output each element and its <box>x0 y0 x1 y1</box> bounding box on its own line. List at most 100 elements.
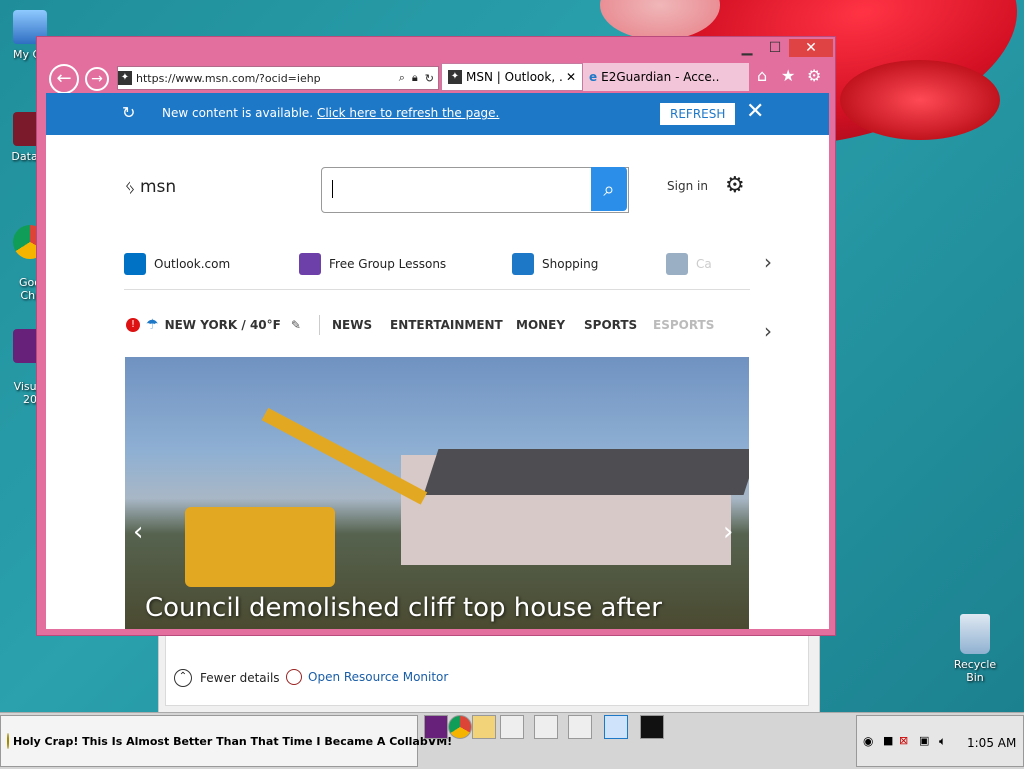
chevron-up-icon: ⌃ <box>174 669 192 687</box>
notification-text: New content is available. <box>162 106 317 120</box>
taskbar: Holy Crap! This Is Almost Better Than Th… <box>0 712 1024 769</box>
roof-image <box>423 449 749 495</box>
msn-page: ᛃ msn ⌕ Sign in ⚙ Outlook.com Free Group… <box>46 135 829 629</box>
resource-monitor-icon <box>286 669 302 685</box>
taskbar-window-title: Holy Crap! This Is Almost Better Than Th… <box>13 734 453 748</box>
desktop-icon-label: Recycle Bin <box>953 658 997 684</box>
close-notification-icon[interactable]: ✕ <box>746 99 764 124</box>
recycle-bin-icon <box>960 614 990 654</box>
category-entertainment[interactable]: ENTERTAINMENT <box>390 318 503 332</box>
tab-label: MSN | Outlook, ... <box>466 70 562 84</box>
quick-link-label: Ca <box>696 257 712 271</box>
forward-button[interactable]: → <box>85 67 109 91</box>
notification-message: New content is available. Click here to … <box>162 106 499 120</box>
globe-icon[interactable] <box>534 715 558 739</box>
taskbar-app-icon[interactable] <box>500 715 524 739</box>
settings-gear-icon[interactable]: ⚙ <box>725 173 745 198</box>
tab-label: E2Guardian - Acce... <box>601 70 719 84</box>
quick-link-cars[interactable]: Ca <box>666 253 712 275</box>
outlook-icon <box>124 253 146 275</box>
tab-e2guardian[interactable]: e E2Guardian - Acce... <box>583 63 725 91</box>
weather-label: NEW YORK / 40°F <box>164 318 281 332</box>
system-tray: ◉ ■ ⊠ ▣ 🔈︎ 1:05 AM <box>856 715 1024 767</box>
file-explorer-icon[interactable] <box>472 715 496 739</box>
close-tab-icon[interactable]: ✕ <box>566 70 576 84</box>
desktop-icon-recycle-bin[interactable]: Recycle Bin <box>944 614 1006 684</box>
shopping-cart-icon <box>512 253 534 275</box>
quick-links-next-icon[interactable]: › <box>764 250 772 274</box>
category-sports[interactable]: SPORTS <box>584 318 637 332</box>
fewer-details-label: Fewer details <box>200 671 280 685</box>
minimize-button[interactable]: ▁ <box>733 39 761 57</box>
lock-icon[interactable]: 🔒︎ <box>412 71 418 85</box>
category-esports[interactable]: ESPORTS <box>653 318 714 332</box>
quick-link-label: Outlook.com <box>154 257 231 271</box>
category-news[interactable]: NEWS <box>332 318 372 332</box>
smiley-icon <box>7 733 9 749</box>
divider <box>124 289 750 290</box>
sign-in-link[interactable]: Sign in <box>667 179 708 193</box>
hero-headline[interactable]: Council demolished cliff top house after <box>145 593 662 623</box>
car-icon <box>666 253 688 275</box>
fewer-details-button[interactable]: ⌃ Fewer details <box>174 669 280 687</box>
stop-icon[interactable]: ■ <box>883 734 893 747</box>
weather-widget[interactable]: ! ☂ NEW YORK / 40°F ✎ <box>126 317 301 333</box>
refresh-button[interactable]: REFRESH <box>660 103 736 125</box>
open-resource-monitor-link[interactable]: Open Resource Monitor <box>286 669 448 685</box>
category-money[interactable]: MONEY <box>516 318 565 332</box>
taskbar-active-window[interactable]: Holy Crap! This Is Almost Better Than Th… <box>0 715 452 767</box>
internet-explorer-window: ▁ ☐ ✕ ← → ✦ https://www.msn.com/?ocid=ie… <box>36 36 836 636</box>
quick-link-shopping[interactable]: Shopping <box>512 253 598 275</box>
search-dropdown-icon[interactable]: ⌕ <box>399 71 405 85</box>
back-button[interactable]: ← <box>49 64 79 94</box>
clock[interactable]: 1:05 AM <box>967 736 1016 750</box>
network-monitor-icon[interactable] <box>568 715 592 739</box>
quick-link-label: Shopping <box>542 257 599 271</box>
tray-app-icon[interactable]: ◉ <box>863 734 873 748</box>
hero-next-icon[interactable]: › <box>723 517 733 547</box>
alert-icon: ! <box>126 318 140 332</box>
chrome-icon[interactable] <box>448 715 472 739</box>
arrow-right-icon: → <box>91 71 103 87</box>
categories-next-icon[interactable]: › <box>764 319 772 343</box>
home-icon[interactable]: ⌂ <box>757 66 767 85</box>
quick-link-free-group-lessons[interactable]: Free Group Lessons <box>299 253 446 275</box>
search-button[interactable]: ⌕ <box>591 167 627 211</box>
favorites-star-icon[interactable]: ★ <box>781 66 795 85</box>
address-bar[interactable]: ✦ https://www.msn.com/?ocid=iehp ⌕ 🔒︎ ↻ <box>117 66 439 90</box>
hero-prev-icon[interactable]: ‹ <box>133 517 143 547</box>
volume-icon[interactable]: 🔈︎ <box>939 734 946 749</box>
ie-favicon-icon: e <box>589 70 598 84</box>
hero-story[interactable]: ‹ › Council demolished cliff top house a… <box>125 357 749 629</box>
msn-favicon-icon: ✦ <box>448 70 462 84</box>
msn-logo-text: msn <box>140 177 177 197</box>
excavator-image <box>185 507 335 587</box>
address-text: https://www.msn.com/?ocid=iehp <box>136 71 321 85</box>
maximize-button[interactable]: ☐ <box>761 39 789 57</box>
butterfly-icon: ᛃ <box>124 175 136 199</box>
arrow-left-icon: ← <box>56 68 72 89</box>
msn-logo[interactable]: ᛃ msn <box>124 175 176 199</box>
monitor-icon[interactable]: ▣ <box>919 734 929 747</box>
quick-link-outlook[interactable]: Outlook.com <box>124 253 230 275</box>
new-tab-button[interactable] <box>725 63 749 91</box>
divider <box>319 315 320 335</box>
text-cursor <box>332 180 333 198</box>
graduation-cap-icon <box>299 253 321 275</box>
resource-monitor-label: Open Resource Monitor <box>308 670 449 684</box>
settings-gear-icon[interactable]: ⚙ <box>807 66 821 85</box>
visual-studio-icon[interactable] <box>424 715 448 739</box>
search-input[interactable] <box>321 167 629 213</box>
close-window-button[interactable]: ✕ <box>789 39 833 57</box>
tab-msn[interactable]: ✦ MSN | Outlook, ... ✕ <box>441 63 583 91</box>
command-prompt-icon[interactable] <box>640 715 664 739</box>
msn-favicon-icon: ✦ <box>118 71 132 85</box>
rain-icon: ☂ <box>146 317 159 333</box>
no-network-icon[interactable]: ⊠ <box>899 734 908 747</box>
notification-bar: ↻ New content is available. Click here t… <box>46 93 829 135</box>
refresh-icon[interactable]: ↻ <box>425 72 434 85</box>
notification-refresh-link[interactable]: Click here to refresh the page. <box>317 106 499 120</box>
edit-pencil-icon[interactable]: ✎ <box>291 318 301 332</box>
navigation-bar: ← → ✦ https://www.msn.com/?ocid=iehp ⌕ 🔒… <box>45 63 835 94</box>
internet-explorer-icon[interactable] <box>604 715 628 739</box>
